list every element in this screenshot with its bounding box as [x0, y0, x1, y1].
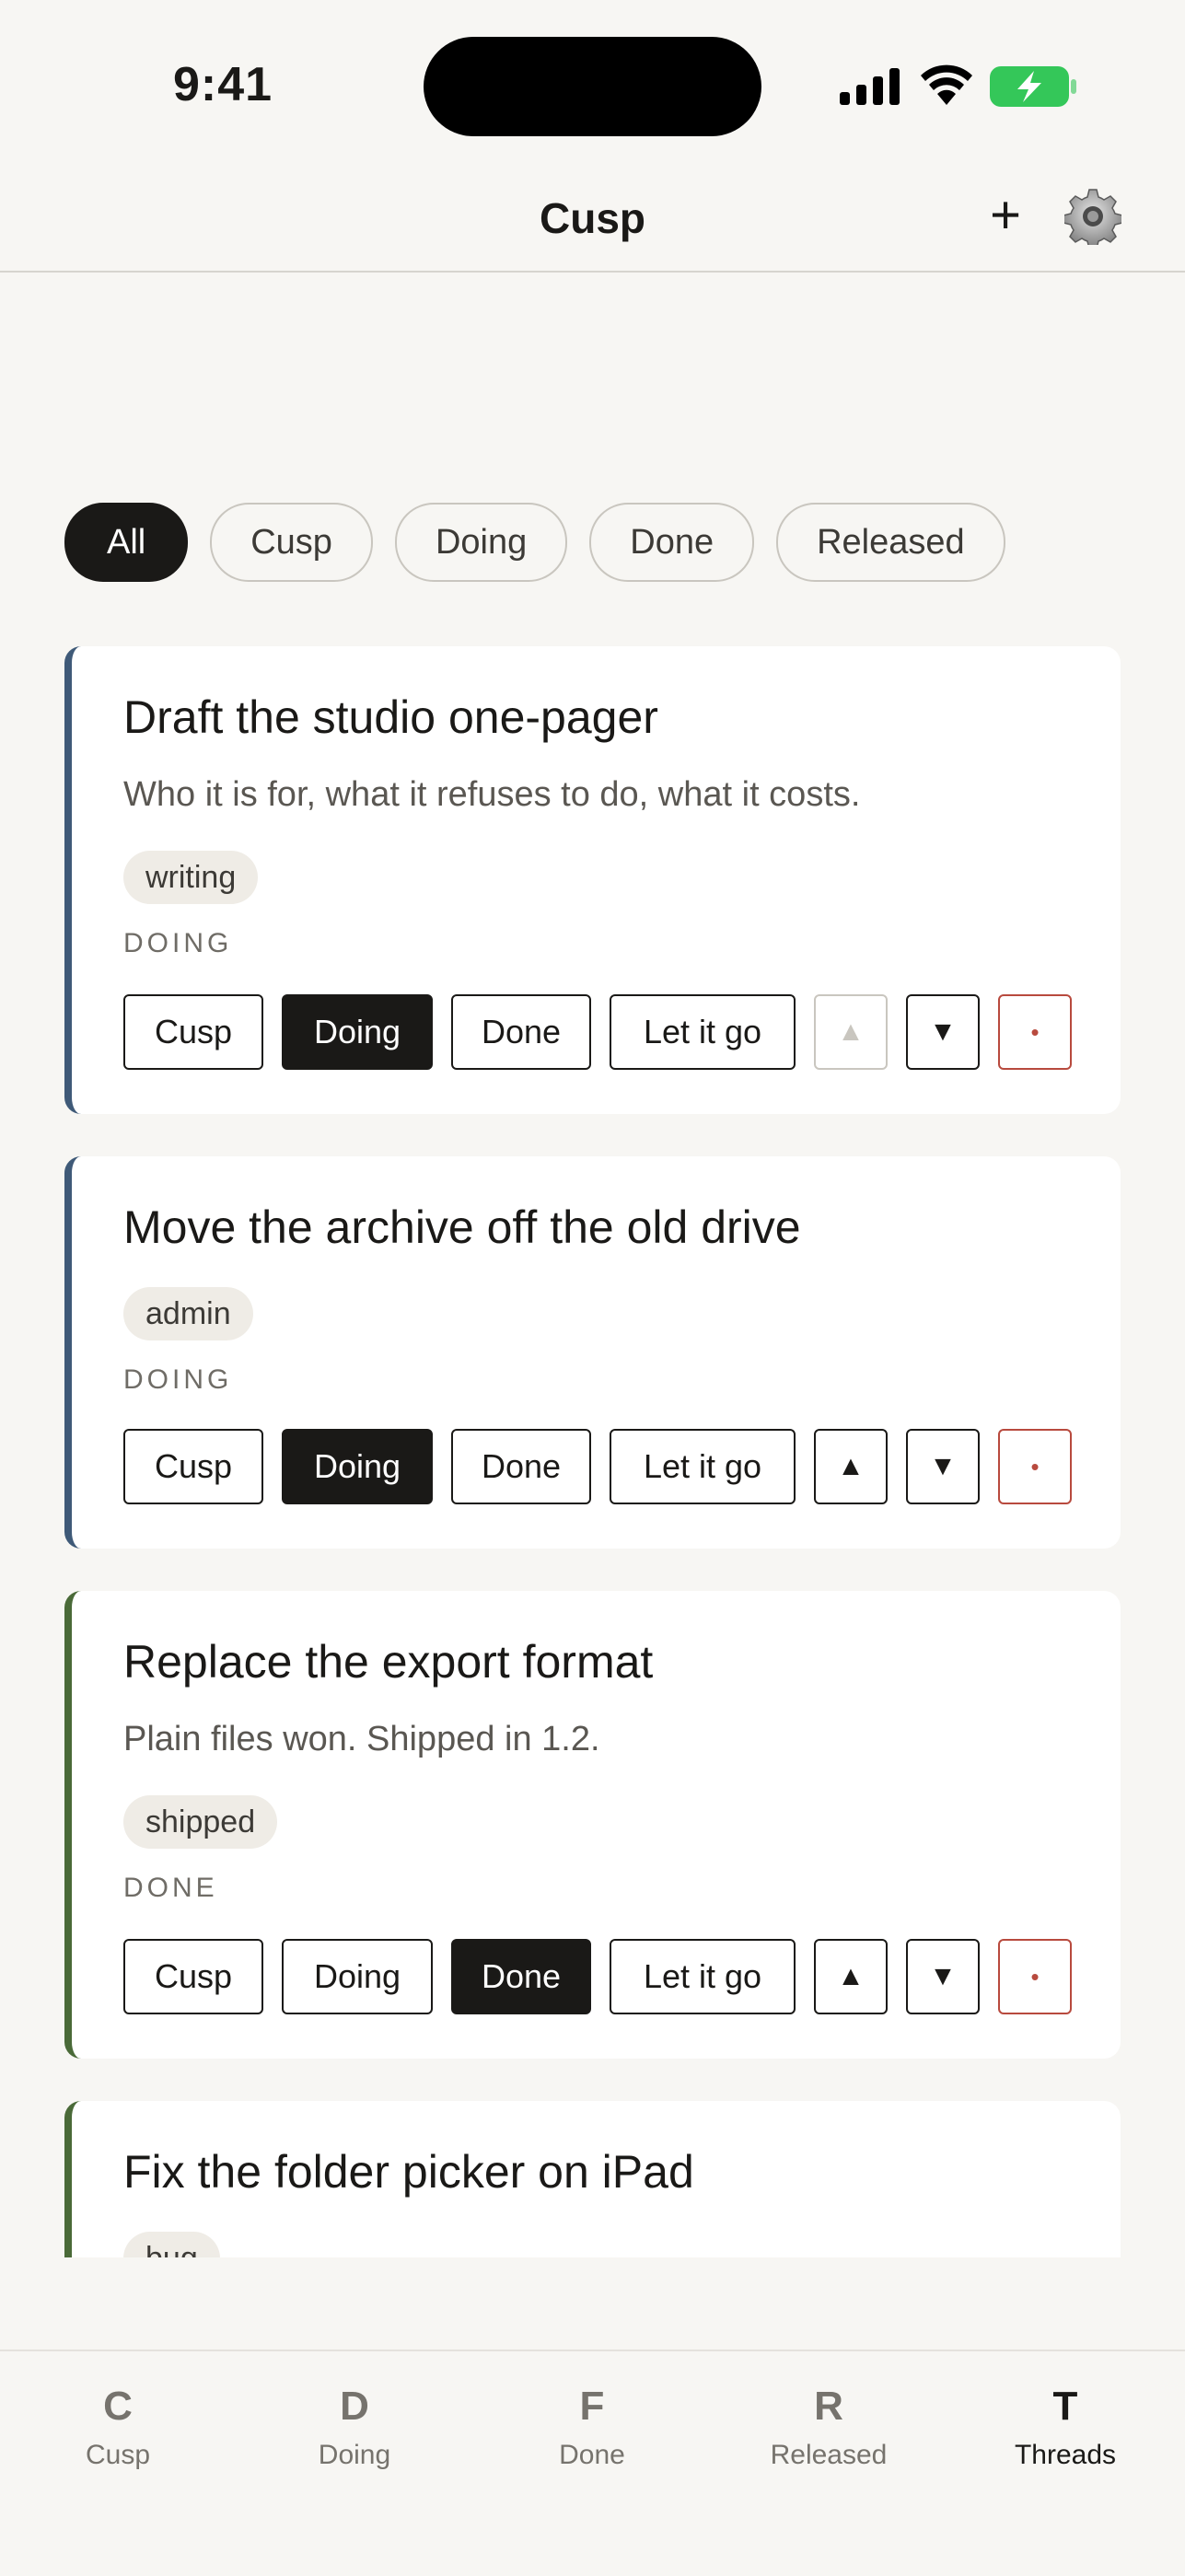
tab-threads-label: Threads: [1014, 2440, 1117, 2470]
card-title: Move the archive off the old drive: [123, 1201, 801, 1253]
delete-button[interactable]: •: [998, 994, 1072, 1070]
card-title: Replace the export format: [123, 1636, 654, 1688]
tab-done-icon: F: [579, 2384, 605, 2429]
let-it-go-button[interactable]: Let it go: [610, 994, 796, 1070]
filter-released[interactable]: Released: [776, 503, 1005, 582]
filter-all[interactable]: All: [64, 503, 189, 582]
move-down-button[interactable]: ▼: [906, 994, 980, 1070]
card-tag: bug: [123, 2232, 220, 2257]
tab-done-label: Done: [559, 2440, 625, 2470]
tab-cusp-label: Cusp: [85, 2440, 151, 2470]
dynamic-island: [424, 37, 761, 136]
card-state: DOING: [123, 1364, 233, 1395]
tab-threads[interactable]: T Threads: [973, 2381, 1157, 2471]
card-state: DONE: [123, 1873, 218, 1903]
let-it-go-button[interactable]: Let it go: [610, 1939, 796, 2014]
thread-card: Replace the export format Plain files wo…: [64, 1591, 1121, 2059]
filter-doing[interactable]: Doing: [394, 503, 568, 582]
move-to-done-button[interactable]: Done: [451, 1939, 591, 2014]
move-to-cusp-button[interactable]: Cusp: [123, 1939, 263, 2014]
delete-button[interactable]: •: [998, 1939, 1072, 2014]
tab-cusp[interactable]: C Cusp: [26, 2381, 210, 2471]
thread-card: Move the archive off the old drive admin…: [64, 1156, 1121, 1549]
move-to-doing-button[interactable]: Doing: [282, 1939, 433, 2014]
battery-charging-icon: [990, 66, 1076, 107]
card-actions: Cusp Doing Done Let it go ▲ ▼ •: [123, 994, 1072, 1070]
status-time: 9:41: [173, 58, 273, 111]
move-to-done-button[interactable]: Done: [451, 1429, 591, 1504]
card-title: Draft the studio one-pager: [123, 691, 658, 743]
status-bar: 9:41: [0, 0, 1185, 175]
gear-icon[interactable]: [1064, 188, 1121, 245]
tab-doing[interactable]: D Doing: [262, 2381, 447, 2471]
card-description: Who it is for, what it refuses to do, wh…: [123, 775, 861, 814]
card-tag: admin: [123, 1287, 253, 1340]
tab-cusp-icon: C: [103, 2384, 133, 2429]
tab-released[interactable]: R Released: [737, 2381, 921, 2471]
let-it-go-button[interactable]: Let it go: [610, 1429, 796, 1504]
move-to-cusp-button[interactable]: Cusp: [123, 1429, 263, 1504]
move-to-done-button[interactable]: Done: [451, 994, 591, 1070]
card-tag: writing: [123, 851, 259, 904]
move-up-button[interactable]: ▲: [814, 994, 888, 1070]
card-actions: Cusp Doing Done Let it go ▲ ▼ •: [123, 1939, 1072, 2014]
card-tag: shipped: [123, 1795, 278, 1849]
add-button[interactable]: +: [978, 188, 1033, 243]
thread-card: Draft the studio one-pager Who it is for…: [64, 646, 1121, 1114]
tab-doing-icon: D: [340, 2384, 369, 2429]
move-to-doing-button[interactable]: Doing: [282, 1429, 433, 1504]
tab-bar: C Cusp D Doing F Done R Released T Threa…: [0, 2350, 1185, 2576]
move-up-button[interactable]: ▲: [814, 1939, 888, 2014]
cellular-signal-icon: [840, 68, 900, 105]
tab-released-icon: R: [814, 2384, 843, 2429]
filter-cusp[interactable]: Cusp: [210, 503, 373, 582]
filter-bar: All Cusp Doing Done Released: [64, 503, 1005, 582]
move-to-cusp-button[interactable]: Cusp: [123, 994, 263, 1070]
delete-button[interactable]: •: [998, 1429, 1072, 1504]
tab-released-label: Released: [770, 2440, 888, 2470]
move-up-button[interactable]: ▲: [814, 1429, 888, 1504]
navigation-bar: Cusp +: [0, 175, 1185, 273]
card-state: DOING: [123, 928, 233, 958]
wifi-icon: [921, 64, 972, 105]
card-description: Plain files won. Shipped in 1.2.: [123, 1720, 600, 1758]
card-title: Fix the folder picker on iPad: [123, 2146, 694, 2198]
move-to-doing-button[interactable]: Doing: [282, 994, 433, 1070]
card-actions: Cusp Doing Done Let it go ▲ ▼ •: [123, 1429, 1072, 1504]
move-down-button[interactable]: ▼: [906, 1429, 980, 1504]
tab-doing-label: Doing: [318, 2440, 391, 2470]
tab-threads-icon: T: [1052, 2384, 1078, 2429]
tab-done[interactable]: F Done: [500, 2381, 684, 2471]
thread-card: Fix the folder picker on iPad bug: [64, 2101, 1121, 2257]
thread-list[interactable]: Draft the studio one-pager Who it is for…: [64, 646, 1121, 2257]
filter-done[interactable]: Done: [589, 503, 755, 582]
move-down-button[interactable]: ▼: [906, 1939, 980, 2014]
